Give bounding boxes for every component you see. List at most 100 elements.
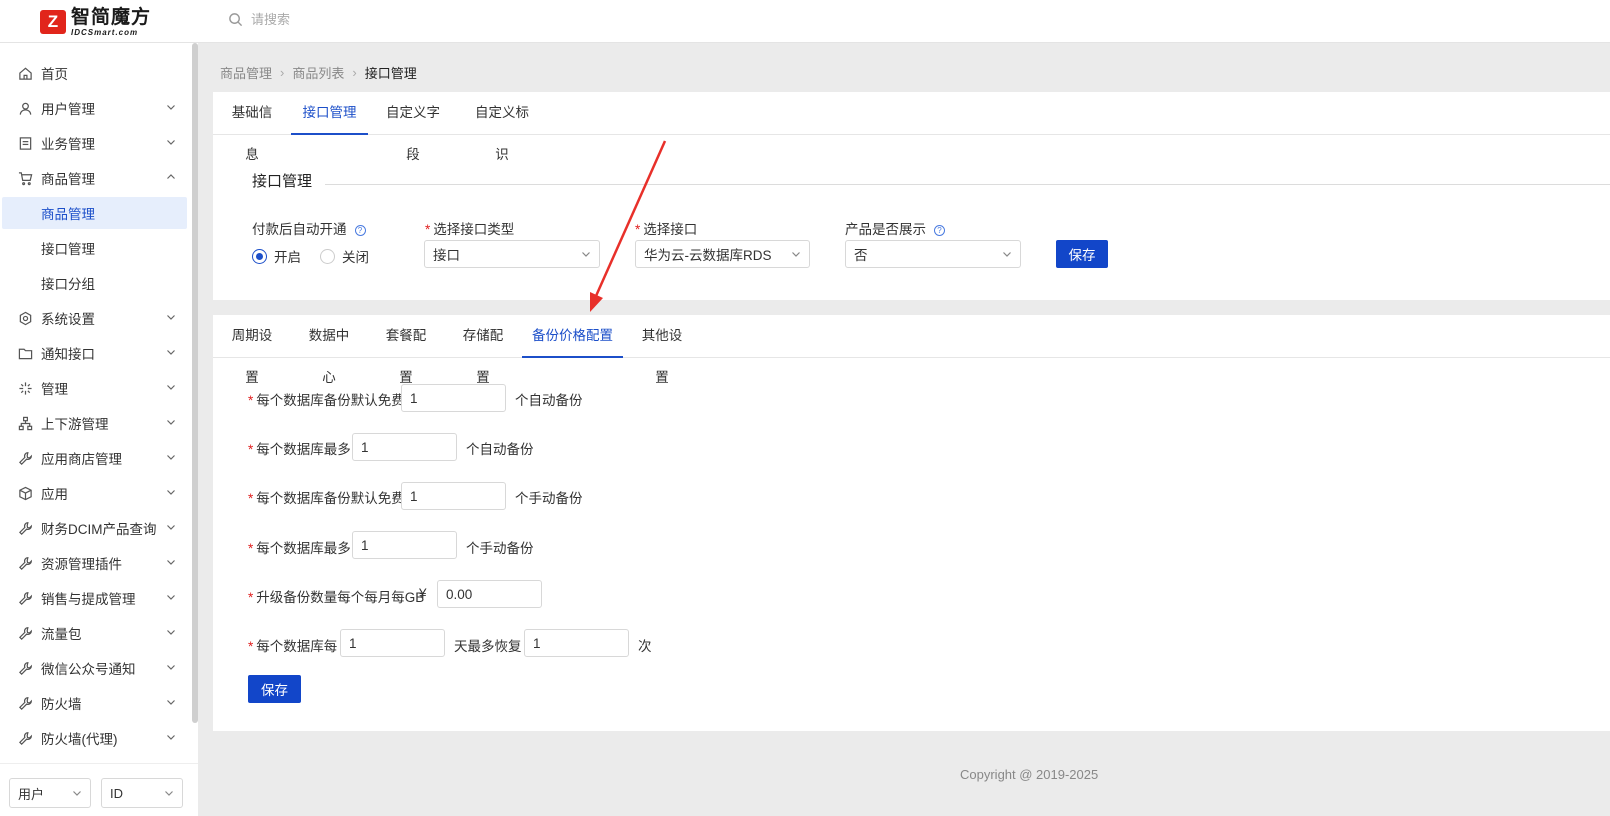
search-field-select[interactable]: ID: [101, 778, 183, 808]
footer-copyright: Copyright @ 2019-2025: [960, 767, 1099, 782]
max-manual-backup-input[interactable]: 1: [352, 531, 457, 559]
free-auto-backup-input[interactable]: 1: [401, 384, 506, 412]
sidebar-item-label: 首页: [41, 67, 68, 82]
radio-unchecked-icon: [320, 248, 335, 264]
sidebar-item-label: 系统设置: [41, 312, 95, 327]
section-divider: [325, 184, 1610, 185]
sidebar-subitem-interface-groups[interactable]: 接口分组: [2, 267, 187, 299]
interface-label: * 选择接口: [635, 218, 697, 238]
sidebar-item-label: 流量包: [41, 627, 82, 642]
search-scope-select[interactable]: 用户: [9, 778, 91, 808]
sidebar-item-label: 资源管理插件: [41, 557, 122, 572]
chevron-down-icon: [167, 525, 175, 530]
sparkle-icon: [18, 381, 33, 396]
interface-value: 华为云-云数据库RDS: [644, 248, 772, 263]
breadcrumb-separator-icon: ›: [280, 65, 285, 80]
wrench-icon: [18, 521, 33, 536]
sidebar-item-home[interactable]: 首页: [0, 57, 188, 89]
sidebar-item-label: 防火墙: [41, 697, 82, 712]
free-manual-backup-input[interactable]: 1: [401, 482, 506, 510]
chevron-down-icon: [167, 665, 175, 670]
config-tabs: 周期设置 数据中心 套餐配置 存储配置 备份价格配置 其他设置: [213, 315, 1610, 385]
radio-enable-label: 开启: [274, 250, 301, 265]
sidebar-item-apps[interactable]: 应用: [0, 477, 188, 509]
sidebar-item-sales[interactable]: 销售与提成管理: [0, 582, 188, 614]
sidebar-item-manage[interactable]: 管理: [0, 372, 188, 404]
sidebar-item-label: 微信公众号通知: [41, 662, 136, 677]
interface-type-select[interactable]: 接口: [424, 240, 600, 268]
tab-custom-tags[interactable]: 自定义标识: [470, 92, 534, 162]
sidebar-item-business[interactable]: 业务管理: [0, 127, 188, 159]
top-bar: Z 智简魔方 IDCSmart.com: [0, 0, 1610, 43]
required-mark: *: [425, 222, 431, 237]
max-auto-backup-label: * 每个数据库最多: [248, 438, 351, 458]
sidebar-item-dcim[interactable]: 财务DCIM产品查询: [0, 512, 188, 544]
required-mark: *: [248, 639, 254, 654]
max-auto-backup-suffix: 个自动备份: [466, 442, 534, 457]
sidebar-item-label: 销售与提成管理: [41, 592, 136, 607]
chevron-down-icon: [167, 630, 175, 635]
sidebar-subitem-products[interactable]: 商品管理: [2, 197, 187, 229]
upgrade-backup-price-input[interactable]: 0.00: [437, 580, 542, 608]
sidebar-item-users[interactable]: 用户管理: [0, 92, 188, 124]
product-display-select[interactable]: 否: [845, 240, 1021, 268]
sidebar-scrollbar[interactable]: [192, 43, 198, 723]
chevron-down-icon: [167, 420, 175, 425]
interface-save-button[interactable]: 保存: [1056, 240, 1108, 268]
search-scope-value: 用户: [18, 786, 45, 802]
sidebar-item-wechat[interactable]: 微信公众号通知: [0, 652, 188, 684]
radio-enable[interactable]: 开启: [252, 246, 301, 266]
backup-save-button[interactable]: 保存: [248, 675, 301, 703]
free-manual-backup-label-text: 每个数据库备份默认免费: [256, 491, 405, 506]
config-panel: 周期设置 数据中心 套餐配置 存储配置 备份价格配置 其他设置 * 每个数据库备份…: [213, 315, 1610, 731]
sidebar-item-firewall[interactable]: 防火墙: [0, 687, 188, 719]
sidebar-item-label: 业务管理: [41, 137, 95, 152]
wrench-icon: [18, 661, 33, 676]
max-auto-backup-input[interactable]: 1: [352, 433, 457, 461]
box-icon: [18, 486, 33, 501]
sidebar-item-upstream[interactable]: 上下游管理: [0, 407, 188, 439]
search-box[interactable]: [228, 12, 451, 27]
tab-custom-fields[interactable]: 自定义字段: [381, 92, 445, 162]
restore-count-input[interactable]: 1: [524, 629, 629, 657]
chevron-down-icon: [167, 700, 175, 705]
sidebar-item-notify[interactable]: 通知接口: [0, 337, 188, 369]
breadcrumb-product-list[interactable]: 商品列表: [292, 63, 344, 82]
sidebar-subitem-interfaces[interactable]: 接口管理: [2, 232, 187, 264]
chevron-down-icon: [792, 252, 800, 257]
auto-open-label: 付款后自动开通?: [252, 218, 366, 238]
max-manual-backup-label-text: 每个数据库最多: [256, 541, 351, 556]
sidebar-item-traffic[interactable]: 流量包: [0, 617, 188, 649]
product-display-value: 否: [854, 248, 868, 263]
sidebar-item-resource-plugin[interactable]: 资源管理插件: [0, 547, 188, 579]
required-mark: *: [248, 393, 254, 408]
search-input[interactable]: [251, 12, 451, 27]
interface-panel: 基础信息 接口管理 自定义字段 自定义标识 接口管理 付款后自动开通? 开启 关…: [213, 92, 1610, 300]
wrench-icon: [18, 731, 33, 746]
radio-disable[interactable]: 关闭: [320, 246, 369, 266]
breadcrumb-products[interactable]: 商品管理: [220, 63, 272, 82]
tab-cycle-settings[interactable]: 周期设置: [227, 315, 277, 385]
interface-select[interactable]: 华为云-云数据库RDS: [635, 240, 810, 268]
help-icon[interactable]: ?: [934, 224, 945, 236]
help-icon[interactable]: ?: [354, 224, 366, 236]
tab-basic-info[interactable]: 基础信息: [227, 92, 277, 162]
product-display-label: 产品是否展示?: [845, 218, 945, 238]
sidebar-item-app-store[interactable]: 应用商店管理: [0, 442, 188, 474]
tab-interface-manage[interactable]: 接口管理: [291, 92, 368, 135]
tab-other-settings[interactable]: 其他设置: [637, 315, 687, 385]
top-tabs: 基础信息 接口管理 自定义字段 自定义标识: [213, 92, 1610, 162]
restore-days-input[interactable]: 1: [340, 629, 445, 657]
chevron-down-icon: [167, 595, 175, 600]
sidebar-item-firewall-proxy[interactable]: 防火墙(代理): [0, 722, 188, 754]
tab-backup-price[interactable]: 备份价格配置: [522, 315, 623, 358]
free-auto-backup-label-text: 每个数据库备份默认免费: [256, 393, 405, 408]
tab-package-config[interactable]: 套餐配置: [381, 315, 431, 385]
brand-logo[interactable]: Z 智简魔方 IDCSmart.com: [40, 8, 151, 36]
sidebar-item-system-settings[interactable]: 系统设置: [0, 302, 188, 334]
upgrade-backup-price-label: * 升级备份数量每个每月每GB: [248, 586, 424, 606]
sidebar-item-products[interactable]: 商品管理: [0, 162, 188, 194]
tab-storage-config[interactable]: 存储配置: [458, 315, 508, 385]
tab-data-center[interactable]: 数据中心: [304, 315, 354, 385]
chevron-down-icon: [167, 315, 175, 320]
